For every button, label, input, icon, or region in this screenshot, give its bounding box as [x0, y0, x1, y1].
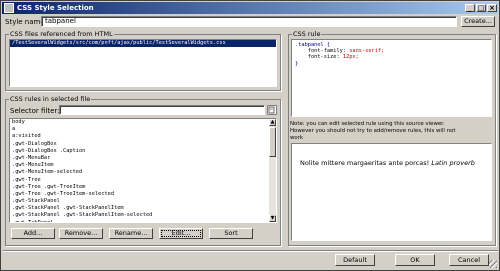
- css-file-item[interactable]: /TestSeveralWidgets/src/com/pnft/ajax/pu…: [10, 40, 276, 48]
- resize-grip-icon[interactable]: [489, 260, 497, 268]
- css-files-group-title: CSS files referenced from HTML: [9, 30, 114, 38]
- css-rule-item[interactable]: .gwt-Tree .gwt-TreeItem: [10, 184, 276, 191]
- css-rule-item[interactable]: .gwt-Tree: [10, 177, 276, 184]
- preview-text: Nolite mittere margaeritas ante porcas!: [300, 159, 430, 167]
- code-text: .tabpanel {: [295, 42, 331, 48]
- cancel-button[interactable]: Cancel: [449, 254, 489, 266]
- css-rule-item[interactable]: .gwt-TabPanel: [10, 220, 276, 222]
- edit-note-line-3: work: [290, 135, 304, 141]
- code-value: 12px;: [342, 54, 359, 61]
- footer-divider: [3, 250, 498, 252]
- scroll-thumb[interactable]: [269, 127, 276, 157]
- sort-rules-button[interactable]: Sort: [209, 228, 253, 239]
- code-value: sans-serif;: [349, 48, 385, 55]
- close-icon[interactable]: ×: [487, 4, 497, 12]
- css-files-list[interactable]: /TestSeveralWidgets/src/com/pnft/ajax/pu…: [9, 39, 277, 87]
- app-icon: [4, 3, 14, 13]
- css-rule-item[interactable]: .gwt-Tree .gwt-TreeItem-selected: [10, 191, 276, 198]
- style-name-value: tabpanel: [45, 17, 76, 25]
- style-preview: Nolite mittere margaeritas ante porcas! …: [291, 143, 492, 241]
- css-rule-item[interactable]: .gwt-StackPanel .gwt-StackPanelItem-sele…: [10, 212, 276, 219]
- css-rule-item[interactable]: .gwt-DialogBox: [10, 141, 276, 148]
- code-text: font-size:: [295, 54, 343, 61]
- code-text: font-family:: [295, 48, 350, 55]
- preview-italic-text: Latin proverb: [431, 159, 475, 167]
- window-title: CSS Style Selection: [17, 4, 94, 12]
- scroll-up-icon[interactable]: ▲: [269, 119, 276, 126]
- edit-note-line-1: Note: you can edit selected rule using t…: [290, 121, 445, 127]
- css-rule-item[interactable]: .gwt-DialogBox .Caption: [10, 148, 276, 155]
- css-rule-item[interactable]: a: [10, 126, 276, 133]
- create-button[interactable]: Create...: [461, 16, 495, 27]
- css-rule-group-title: CSS rule: [292, 30, 322, 38]
- css-style-selection-dialog: CSS Style Selection _ □ × Style name: ta…: [0, 0, 500, 271]
- style-name-input[interactable]: tabpanel: [41, 16, 457, 27]
- ok-button[interactable]: OK: [395, 254, 435, 266]
- code-line: }: [295, 61, 488, 67]
- clear-filter-icon[interactable]: [267, 105, 277, 115]
- css-rule-item[interactable]: .gwt-StackPanel: [10, 198, 276, 205]
- rules-scrollbar[interactable]: ▲ ▼: [269, 119, 276, 222]
- rename-rule-button[interactable]: Rename...: [109, 228, 153, 239]
- maximize-icon[interactable]: □: [476, 4, 486, 12]
- code-text: }: [295, 60, 299, 67]
- selector-filter-label: Selector filter:: [10, 107, 60, 115]
- title-bar[interactable]: CSS Style Selection _ □ ×: [2, 2, 498, 14]
- selector-filter-input[interactable]: [59, 105, 265, 115]
- minimize-icon[interactable]: _: [465, 4, 475, 12]
- edit-rule-button[interactable]: Edit...: [159, 228, 203, 239]
- css-rules-group-title: CSS rules in selected file: [9, 95, 92, 103]
- scroll-down-icon[interactable]: ▼: [269, 215, 276, 222]
- remove-rule-button[interactable]: Remove...: [59, 228, 103, 239]
- css-rules-list[interactable]: body a a:visited .gwt-DialogBox .gwt-DialogB…: [9, 118, 277, 223]
- css-rule-item[interactable]: .gwt-StackPanel .gwt-StackPanelItem: [10, 205, 276, 212]
- css-rule-item[interactable]: body: [10, 119, 276, 126]
- css-rule-item[interactable]: a:visited: [10, 133, 276, 140]
- default-button[interactable]: Default: [335, 254, 375, 266]
- css-rule-item[interactable]: .gwt-MenuItem-selected: [10, 169, 276, 176]
- edit-note-line-2: However you should not try to add/remove…: [290, 128, 456, 134]
- add-rule-button[interactable]: Add...: [11, 228, 55, 239]
- css-rule-item[interactable]: .gwt-MenuItem: [10, 162, 276, 169]
- css-rule-source-editor[interactable]: .tabpanel { font-family: sans-serif; fon…: [291, 39, 492, 117]
- css-rule-item[interactable]: .gwt-MenuBar: [10, 155, 276, 162]
